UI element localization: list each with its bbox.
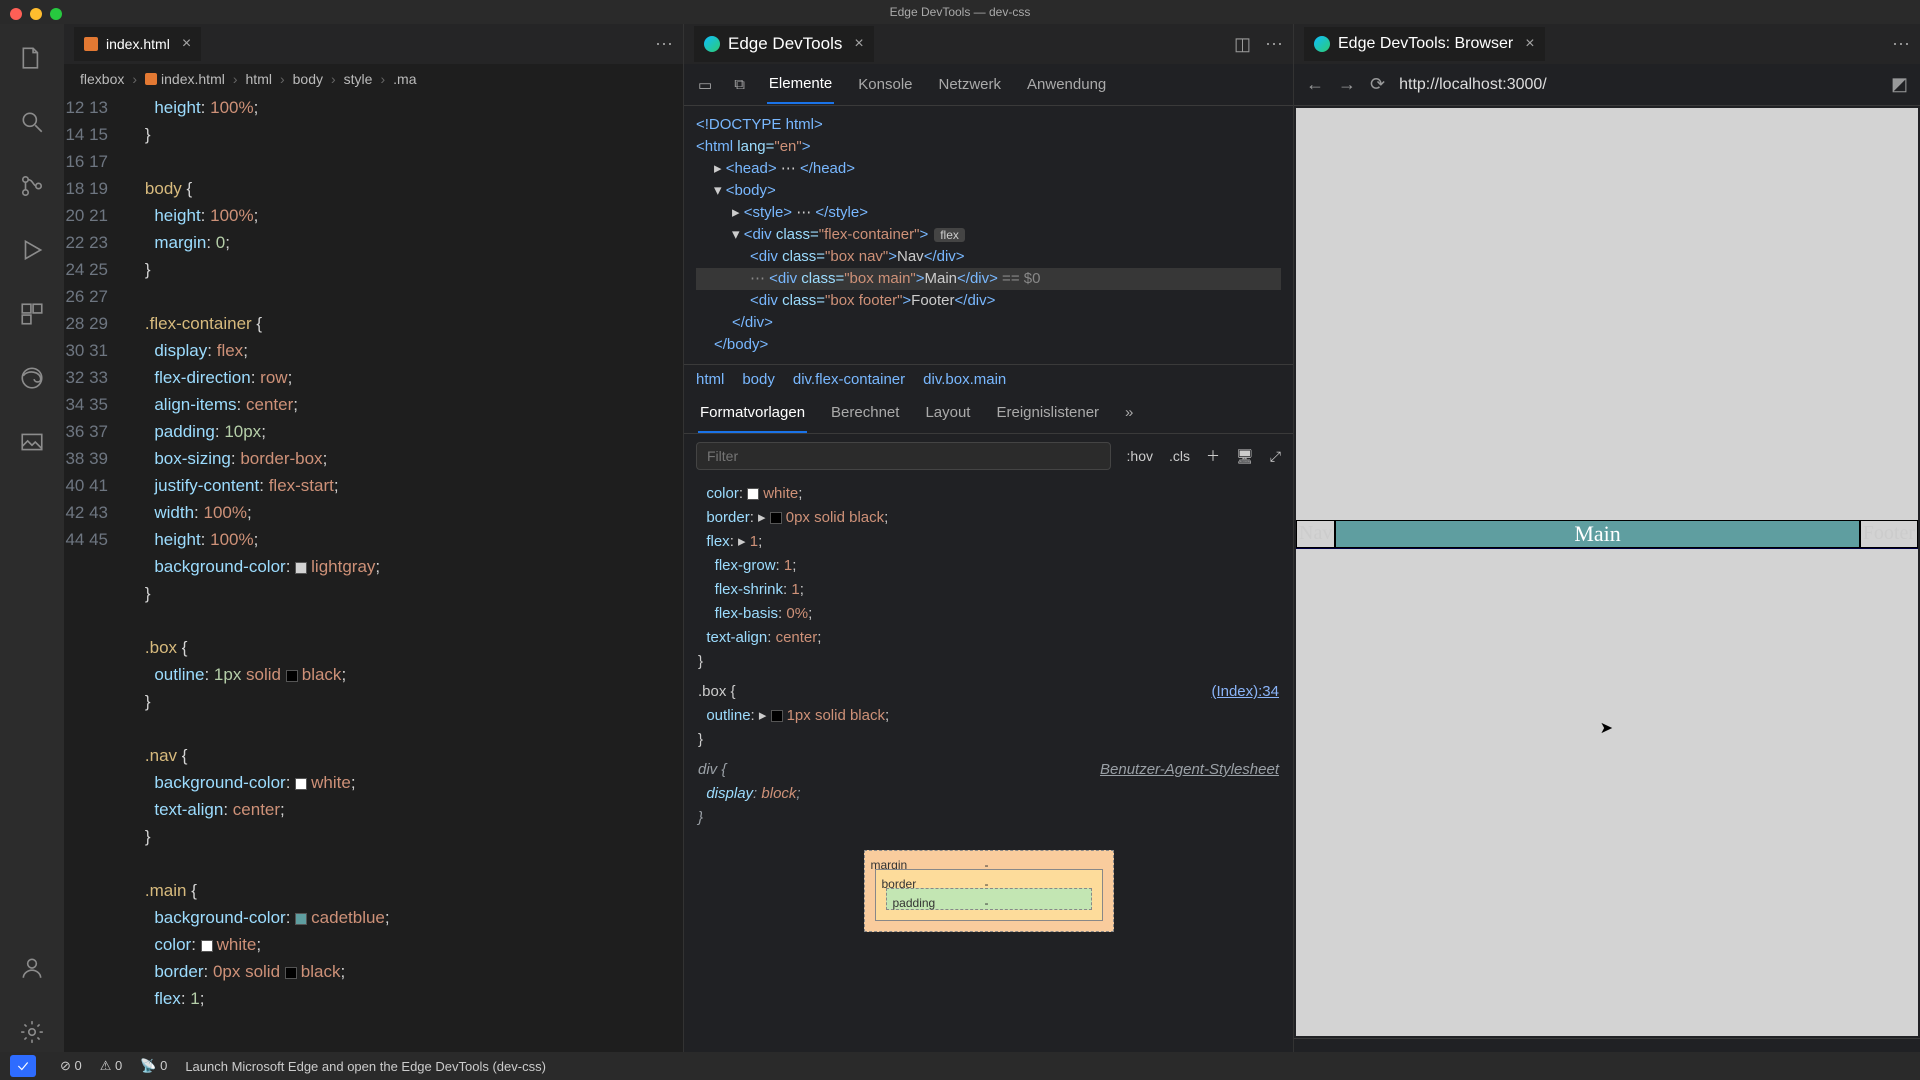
inspect-icon[interactable]: ◩ [1891, 74, 1908, 95]
explorer-icon[interactable] [16, 42, 48, 74]
reload-icon[interactable]: ⟳ [1370, 74, 1385, 95]
close-window[interactable] [10, 8, 22, 20]
tab-konsole[interactable]: Konsole [856, 66, 914, 103]
hov-toggle[interactable]: :hov [1127, 448, 1153, 464]
crumb-style[interactable]: style [344, 71, 373, 87]
browser-toolbar: ← → ⟳ http://localhost:3000/ ◩ [1294, 64, 1920, 106]
edge-tools-icon[interactable] [16, 362, 48, 394]
browser-pane: Edge DevTools: Browser × ⋯ ← → ⟳ http://… [1294, 24, 1920, 1080]
device-icon[interactable]: ⧉ [734, 76, 745, 93]
tab-formatvorlagen[interactable]: Formatvorlagen [698, 394, 807, 433]
tab-anwendung[interactable]: Anwendung [1025, 66, 1108, 103]
window-controls[interactable] [10, 8, 62, 20]
styles-panel[interactable]: color: white; border: ▸ 0px solid black;… [684, 478, 1293, 1080]
code-editor[interactable]: 12 13 14 15 16 17 18 19 20 21 22 23 24 2… [64, 94, 683, 1080]
status-hint[interactable]: Launch Microsoft Edge and open the Edge … [185, 1059, 546, 1074]
add-rule-icon[interactable]: ＋ [1206, 446, 1220, 466]
expand-pane-icon[interactable]: ⤢ [1270, 448, 1281, 465]
close-icon[interactable]: × [1525, 35, 1534, 53]
tab-edge-browser[interactable]: Edge DevTools: Browser × [1304, 27, 1545, 61]
more-actions-icon[interactable]: ⋯ [655, 34, 673, 55]
rule-source-link[interactable]: (Index):34 [1211, 680, 1279, 704]
dom-selected-node[interactable]: ⋯ <div class="box main">Main</div> == $0 [696, 268, 1281, 290]
dom-breadcrumb[interactable]: html body div.flex-container div.box.mai… [684, 364, 1293, 394]
search-icon[interactable] [16, 106, 48, 138]
crumb-selector[interactable]: .ma [393, 71, 416, 87]
tab-layout[interactable]: Layout [923, 394, 972, 433]
status-warnings[interactable]: ⚠ 0 [100, 1058, 123, 1074]
preview-footer: Footer [1860, 520, 1918, 548]
devtools-toolbar: ▭ ⧉ Elemente Konsole Netzwerk Anwendung [684, 64, 1293, 106]
preview-main: Main [1335, 520, 1859, 548]
status-ports[interactable]: 📡 0 [140, 1058, 167, 1074]
tab-ereignislistener[interactable]: Ereignislistener [994, 394, 1101, 433]
crumb-folder[interactable]: flexbox [80, 71, 124, 87]
tab-title: index.html [106, 36, 170, 52]
account-icon[interactable] [16, 952, 48, 984]
inspect-icon[interactable]: ▭ [698, 76, 712, 94]
browser-tabbar: Edge DevTools: Browser × ⋯ [1294, 24, 1920, 64]
status-bar: ⊘ 0 ⚠ 0 📡 0 Launch Microsoft Edge and op… [0, 1052, 1920, 1080]
editor-tabbar: index.html × ⋯ [64, 24, 683, 64]
more-actions-icon[interactable]: ⋯ [1265, 34, 1283, 55]
edge-icon [1314, 36, 1330, 52]
more-tabs-icon[interactable]: » [1123, 394, 1135, 433]
maximize-window[interactable] [50, 8, 62, 20]
extensions-icon[interactable] [16, 298, 48, 330]
forward-icon[interactable]: → [1338, 74, 1356, 95]
devtools-tabbar: Edge DevTools × ◫ ⋯ [684, 24, 1293, 64]
styles-tabs: Formatvorlagen Berechnet Layout Ereignis… [684, 394, 1293, 434]
minimize-window[interactable] [30, 8, 42, 20]
crumb-body[interactable]: body [293, 71, 323, 87]
tab-berechnet[interactable]: Berechnet [829, 394, 901, 433]
window-title: Edge DevTools — dev-css [0, 0, 1920, 24]
close-icon[interactable]: × [182, 35, 191, 53]
launch-button[interactable] [10, 1055, 36, 1077]
activity-bar [0, 24, 64, 1080]
devtools-pane: Edge DevTools × ◫ ⋯ ▭ ⧉ Elemente Konsole… [684, 24, 1294, 1080]
cls-toggle[interactable]: .cls [1169, 448, 1190, 464]
html-file-icon [84, 37, 98, 51]
tab-elemente[interactable]: Elemente [767, 65, 834, 104]
box-model-diagram[interactable]: margin- border- padding- [864, 850, 1114, 932]
preview-nav: Nav [1296, 520, 1335, 548]
split-editor-icon[interactable]: ◫ [1234, 34, 1251, 55]
rendered-page: Nav Main Footer [1296, 520, 1918, 549]
status-errors[interactable]: ⊘ 0 [60, 1058, 82, 1074]
back-icon[interactable]: ← [1306, 74, 1324, 95]
styles-filter-row: :hov .cls ＋ 🖥 ⤢ [684, 434, 1293, 478]
browser-viewport[interactable]: Nav Main Footer ➤ [1296, 108, 1918, 1036]
tab-netzwerk[interactable]: Netzwerk [937, 66, 1004, 103]
image-icon[interactable] [16, 426, 48, 458]
crumb-file[interactable]: index.html [145, 71, 225, 87]
url-input[interactable]: http://localhost:3000/ [1399, 76, 1877, 94]
styles-filter-input[interactable] [696, 442, 1111, 470]
more-actions-icon[interactable]: ⋯ [1892, 34, 1910, 55]
tab-edge-devtools[interactable]: Edge DevTools × [694, 26, 874, 62]
breadcrumb[interactable]: flexbox› index.html› html› body› style› … [64, 64, 683, 94]
dom-tree[interactable]: <!DOCTYPE html> <html lang="en"> ▸ <head… [684, 106, 1293, 364]
run-debug-icon[interactable] [16, 234, 48, 266]
edge-icon [704, 36, 720, 52]
settings-icon[interactable] [16, 1016, 48, 1048]
source-control-icon[interactable] [16, 170, 48, 202]
crumb-html[interactable]: html [246, 71, 272, 87]
close-icon[interactable]: × [854, 35, 863, 53]
mouse-cursor-icon: ➤ [1600, 718, 1613, 738]
tab-index-html[interactable]: index.html × [74, 27, 201, 61]
editor-pane: index.html × ⋯ flexbox› index.html› html… [64, 24, 684, 1080]
device-icon[interactable]: 🖥 [1236, 448, 1254, 465]
